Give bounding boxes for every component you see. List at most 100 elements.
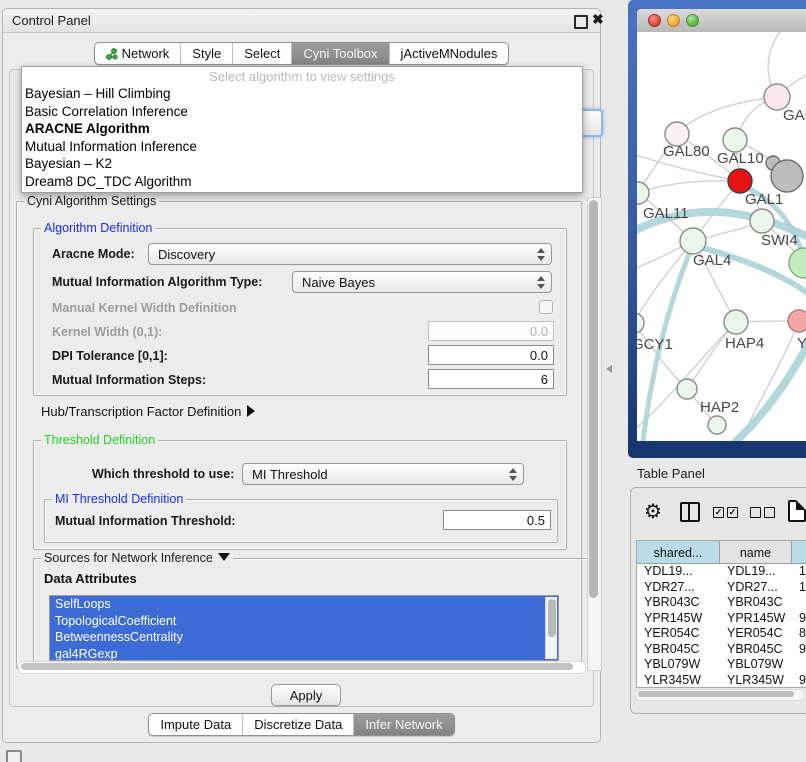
- algorithm-option[interactable]: Bayesian – K2: [22, 155, 582, 173]
- network-node[interactable]: [724, 310, 748, 334]
- tab-select[interactable]: Select: [232, 43, 291, 64]
- gear-icon[interactable]: ⚙: [644, 499, 662, 524]
- settings-horizontal-scrollbar[interactable]: [18, 661, 586, 674]
- attribute-list-item[interactable]: BetweennessCentrality: [50, 629, 558, 646]
- unchecked-checkbox-icon[interactable]: [764, 507, 775, 518]
- mi-threshold-field[interactable]: 0.5: [443, 510, 551, 530]
- table-cell: YPR145W: [637, 611, 720, 627]
- table-cell: YDL19...: [720, 564, 792, 580]
- combo-arrows-icon: [536, 276, 544, 289]
- bottom-tab-discretize-data[interactable]: Discretize Data: [242, 714, 353, 735]
- close-traffic-light[interactable]: [648, 14, 661, 27]
- checked-checkbox-icon[interactable]: ✓: [713, 507, 724, 518]
- which-threshold-combo[interactable]: MI Threshold: [242, 463, 524, 485]
- algorithm-dropdown-list: Select algorithm to view settings Bayesi…: [21, 66, 583, 193]
- table-cell: YER054C: [720, 626, 792, 642]
- bottom-tab-infer-network[interactable]: Infer Network: [353, 714, 453, 735]
- tab-cyni-toolbox[interactable]: Cyni Toolbox: [291, 43, 388, 64]
- checked-checkbox-icon[interactable]: ✓: [727, 507, 738, 518]
- table-row[interactable]: YDR27...YDR27...12: [637, 580, 806, 596]
- attribute-list-item[interactable]: gal4RGexp: [50, 646, 558, 662]
- column-header-cut[interactable]: [792, 541, 806, 564]
- attribute-list-item[interactable]: SelfLoops: [50, 596, 558, 613]
- network-node[interactable]: [677, 379, 697, 399]
- tab-network[interactable]: Network: [95, 43, 181, 64]
- table-row[interactable]: YDL19...YDL19...13: [637, 564, 806, 580]
- manual-kernel-label: Manual Kernel Width Definition: [52, 301, 237, 315]
- control-panel-title: Control Panel: [12, 13, 91, 28]
- algorithm-option[interactable]: ARACNE Algorithm: [22, 120, 582, 138]
- tab-jactivemnodules[interactable]: jActiveMNodules: [389, 43, 509, 64]
- table-cell: [792, 657, 806, 673]
- mi-threshold-definition-legend: MI Threshold Definition: [52, 492, 186, 506]
- table-cell: 12: [792, 580, 806, 596]
- network-node-label: SWI4: [761, 232, 798, 249]
- network-node-label: GCY1: [637, 336, 673, 353]
- table-horizontal-scrollbar[interactable]: [635, 689, 805, 701]
- network-icon: [106, 48, 118, 60]
- network-node[interactable]: [788, 310, 806, 332]
- network-canvas[interactable]: GALGAL80GAL10GAL1GAL11GAL4SWI4HAP4YGCY1H…: [637, 32, 806, 441]
- dock-corner-icon[interactable]: [6, 750, 22, 762]
- bottom-tab-impute-data[interactable]: Impute Data: [149, 714, 242, 735]
- algorithm-option[interactable]: Basic Correlation Inference: [22, 103, 582, 121]
- tab-style[interactable]: Style: [180, 43, 232, 64]
- mi-threshold-label: Mutual Information Threshold:: [55, 514, 236, 528]
- tab-label: Network: [122, 46, 170, 61]
- table-cell: YLR345W: [637, 673, 720, 689]
- network-edge: [637, 241, 693, 323]
- document-icon[interactable]: [788, 500, 806, 522]
- aracne-mode-value: Discovery: [158, 247, 215, 262]
- close-icon[interactable]: ✖: [592, 11, 604, 28]
- algorithm-option[interactable]: Dream8 DC_TDC Algorithm: [22, 173, 582, 191]
- network-node[interactable]: [789, 248, 806, 278]
- table-cell: 9.: [792, 642, 806, 658]
- node-table[interactable]: shared... name YDL19...YDL19...13YDR27..…: [636, 540, 806, 688]
- column-header-shared[interactable]: shared...: [637, 541, 720, 564]
- float-window-icon[interactable]: [574, 15, 588, 29]
- table-cell: YBR045C: [720, 642, 792, 658]
- table-cell: YDR27...: [637, 580, 720, 596]
- network-window-titlebar[interactable]: [637, 9, 806, 33]
- network-node[interactable]: [708, 416, 726, 434]
- network-node[interactable]: [750, 209, 774, 233]
- bottom-tab-label: Impute Data: [160, 717, 231, 732]
- table-panel: ⚙ ✓ ✓ shared... name YDL19...YDL19...13Y…: [630, 487, 806, 714]
- minimize-traffic-light[interactable]: [667, 14, 680, 27]
- network-node[interactable]: [637, 313, 644, 333]
- table-cell: YBR043C: [637, 595, 720, 611]
- table-cell: 8.: [792, 626, 806, 642]
- dpi-tolerance-field[interactable]: 0.0: [428, 345, 554, 365]
- attribute-list-item[interactable]: TopologicalCoefficient: [50, 613, 558, 630]
- control-panel-window: Control Panel ✖ Network StyleSelectCyni T…: [2, 8, 601, 743]
- hub-definition-toggle[interactable]: Hub/Transcription Factor Definition: [41, 404, 255, 419]
- network-node[interactable]: [723, 128, 747, 152]
- unchecked-checkbox-icon[interactable]: [750, 507, 761, 518]
- apply-button[interactable]: Apply: [271, 684, 341, 706]
- settings-vertical-scrollbar[interactable]: [587, 197, 602, 671]
- data-attributes-list[interactable]: SelfLoopsTopologicalCoefficientBetweenne…: [49, 595, 559, 661]
- aracne-mode-combo[interactable]: Discovery: [148, 243, 552, 265]
- kernel-width-field[interactable]: 0.0: [428, 321, 554, 341]
- manual-kernel-checkbox[interactable]: [539, 300, 553, 314]
- algorithm-definition-group: Algorithm Definition Aracne Mode: Discov…: [33, 228, 567, 396]
- zoom-traffic-light[interactable]: [686, 14, 699, 27]
- table-row[interactable]: YBR043CYBR043C: [637, 595, 806, 611]
- sources-legend[interactable]: Sources for Network Inference: [41, 551, 233, 565]
- combo-arrows-icon: [536, 248, 544, 261]
- table-row[interactable]: YER054CYER054C8.: [637, 626, 806, 642]
- network-node[interactable]: [680, 228, 706, 254]
- mi-type-combo[interactable]: Naive Bayes: [292, 271, 552, 293]
- columns-icon[interactable]: [680, 502, 700, 522]
- table-row[interactable]: YBL079WYBL079W: [637, 657, 806, 673]
- mi-steps-field[interactable]: 6: [428, 369, 554, 389]
- list-vertical-scrollbar[interactable]: [545, 597, 557, 659]
- table-row[interactable]: YBR045CYBR045C9.: [637, 642, 806, 658]
- network-node[interactable]: [771, 160, 803, 192]
- algorithm-option[interactable]: Mutual Information Inference: [22, 138, 582, 156]
- network-node[interactable]: [728, 169, 752, 193]
- algorithm-option[interactable]: Bayesian – Hill Climbing: [22, 85, 582, 103]
- table-row[interactable]: YPR145WYPR145W9.: [637, 611, 806, 627]
- table-row[interactable]: YLR345WYLR345W9.: [637, 673, 806, 689]
- column-header-name[interactable]: name: [720, 541, 792, 564]
